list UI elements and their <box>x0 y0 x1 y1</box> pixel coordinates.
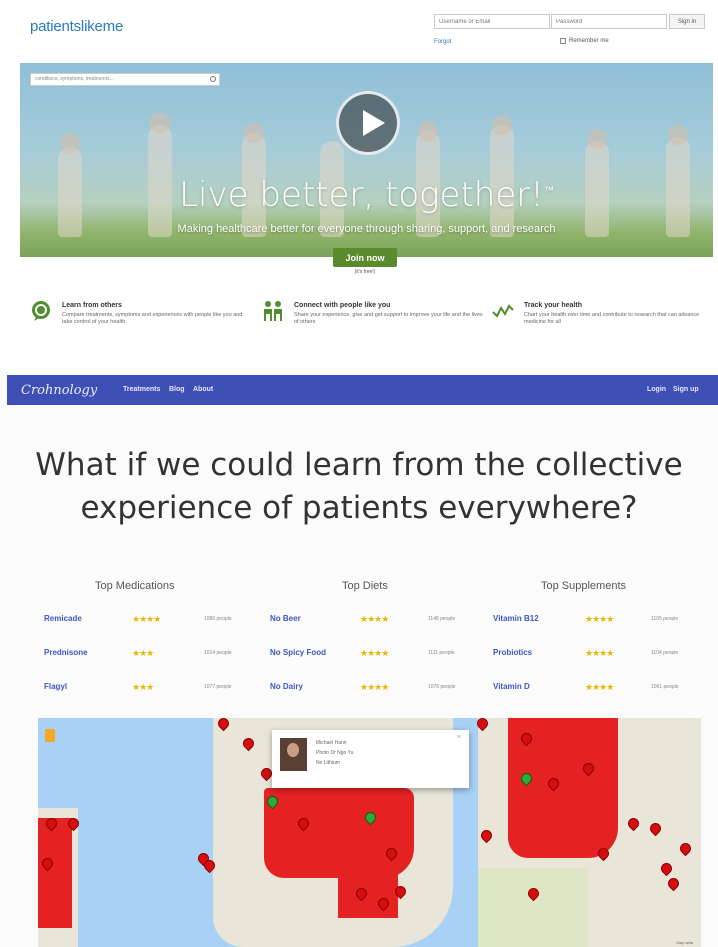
password-input[interactable] <box>551 14 667 29</box>
forgot-link[interactable]: Forgot <box>434 39 451 45</box>
rating-stars: ★★★★ <box>585 648 614 658</box>
list-item[interactable]: Vitamin B12 ★★★★ 1105 people <box>493 614 708 628</box>
rating-stars: ★★★★ <box>585 614 614 624</box>
people-count: 1104 people <box>651 650 679 656</box>
username-input[interactable] <box>434 14 550 29</box>
close-icon[interactable]: × <box>457 734 461 741</box>
hero-person-head <box>244 123 264 143</box>
feature-title: Track your health <box>524 302 582 309</box>
feature-desc: Share your experience, give and get supp… <box>294 312 483 325</box>
nav-signup[interactable]: Sign up <box>673 386 699 393</box>
feature-title: Connect with people like you <box>294 302 391 309</box>
hero-person-head <box>418 121 438 141</box>
nav-blog[interactable]: Blog <box>169 386 185 393</box>
feature-desc: Chart your health over time and contribu… <box>524 312 700 325</box>
condition-search-input[interactable]: conditions, symptoms, treatments... <box>30 73 220 86</box>
item-name[interactable]: Probiotics <box>493 648 532 657</box>
rating-stars: ★★★★ <box>360 614 389 624</box>
people-count: 1076 people <box>428 684 456 690</box>
nav-about[interactable]: About <box>193 386 213 393</box>
people-count: 1086 people <box>204 616 232 622</box>
top-nav: Crohnology Treatments Blog About Login S… <box>7 375 718 405</box>
item-name[interactable]: No Spicy Food <box>270 648 326 657</box>
signin-button[interactable]: Sign in <box>669 14 705 29</box>
item-name[interactable]: No Dairy <box>270 682 303 691</box>
list-item[interactable]: Prednisone ★★★ 1014 people <box>44 648 259 662</box>
people-count: 1014 people <box>204 650 232 656</box>
list-item[interactable]: No Spicy Food ★★★★ 1111 people <box>270 648 485 662</box>
nav-login[interactable]: Login <box>647 386 666 393</box>
item-name[interactable]: Flagyl <box>44 682 67 691</box>
feature-desc: Compare treatments, symptoms and experie… <box>62 312 243 325</box>
remember-label: Remember me <box>569 38 609 44</box>
map-region <box>38 818 72 928</box>
info-line-3: No Lithium <box>316 760 340 766</box>
search-placeholder: conditions, symptoms, treatments... <box>35 76 114 82</box>
user-avatar <box>280 738 307 771</box>
health-chart-icon <box>492 304 514 318</box>
hero-person-head <box>668 125 688 145</box>
map-region-mexico <box>338 868 398 918</box>
remember-checkbox[interactable] <box>560 38 566 44</box>
headline-line-2: experience of patients everywhere? <box>80 490 638 526</box>
patientslikeme-page: patientslikeme Sign in Forgot Remember m… <box>0 0 718 358</box>
hero-title: Live better, together!™ <box>20 175 713 215</box>
nav-treatments[interactable]: Treatments <box>123 386 160 393</box>
people-count: 1061 people <box>651 684 679 690</box>
item-name[interactable]: Vitamin D <box>493 682 530 691</box>
map-land-africa <box>478 868 588 947</box>
item-name[interactable]: Remicade <box>44 614 82 623</box>
people-count: 1148 people <box>428 616 456 622</box>
feature-title: Learn from others <box>62 302 122 309</box>
list-item[interactable]: Flagyl ★★★ 1077 people <box>44 682 259 696</box>
list-item[interactable]: Vitamin D ★★★★ 1061 people <box>493 682 708 696</box>
hero-person-head <box>587 129 607 149</box>
map-info-window[interactable]: Michael Hann Photo Dr Ngo Yu No Lithium … <box>272 730 469 788</box>
rating-stars: ★★★ <box>132 682 154 692</box>
join-now-button[interactable]: Join now <box>333 248 397 267</box>
trademark-symbol: ™ <box>543 185 554 197</box>
crohnology-logo[interactable]: Crohnology <box>21 383 97 398</box>
heading-top-supplements: Top Supplements <box>541 580 626 592</box>
hero-title-text: Live better, together! <box>179 175 544 215</box>
hero-person-head <box>492 115 512 135</box>
free-note: (it's free!) <box>354 269 376 275</box>
crohnology-page: Crohnology Treatments Blog About Login S… <box>0 372 718 947</box>
list-item[interactable]: No Beer ★★★★ 1148 people <box>270 614 485 628</box>
item-name[interactable]: No Beer <box>270 614 301 623</box>
heading-top-diets: Top Diets <box>342 580 388 592</box>
play-video-button[interactable] <box>336 91 400 155</box>
hero-person-head <box>150 113 170 133</box>
list-item[interactable]: Probiotics ★★★★ 1104 people <box>493 648 708 662</box>
list-item[interactable]: Remicade ★★★★ 1086 people <box>44 614 259 628</box>
chat-bubble-icon <box>32 301 50 321</box>
list-item[interactable]: No Dairy ★★★★ 1076 people <box>270 682 485 696</box>
info-line-2: Photo Dr Ngo Yu <box>316 750 354 756</box>
remember-me[interactable]: Remember me <box>560 38 609 44</box>
rating-stars: ★★★ <box>132 648 154 658</box>
patientslikeme-logo[interactable]: patientslikeme <box>30 18 123 35</box>
item-name[interactable]: Vitamin B12 <box>493 614 539 623</box>
rating-stars: ★★★★ <box>360 648 389 658</box>
hero-person-head <box>60 133 80 153</box>
rating-stars: ★★★★ <box>360 682 389 692</box>
map-attribution: Map data <box>676 940 693 945</box>
heading-top-medications: Top Medications <box>95 580 175 592</box>
search-icon[interactable] <box>210 76 216 82</box>
hero-video[interactable]: conditions, symptoms, treatments... Live… <box>20 63 713 257</box>
street-view-pegman-icon[interactable] <box>45 729 55 742</box>
hero-subtitle: Making healthcare better for everyone th… <box>177 223 556 235</box>
rating-stars: ★★★★ <box>132 614 161 624</box>
people-icon <box>264 301 282 321</box>
headline-line-1: What if we could learn from the collecti… <box>35 447 683 483</box>
people-count: 1077 people <box>204 684 232 690</box>
headline: What if we could learn from the collecti… <box>0 444 718 530</box>
people-count: 1105 people <box>651 616 679 622</box>
info-line-1: Michael Hann <box>316 740 347 746</box>
item-name[interactable]: Prednisone <box>44 648 88 657</box>
screenshot-divider <box>0 358 718 372</box>
map-region-usa <box>264 788 414 878</box>
people-count: 1111 people <box>428 650 455 656</box>
rating-stars: ★★★★ <box>585 682 614 692</box>
